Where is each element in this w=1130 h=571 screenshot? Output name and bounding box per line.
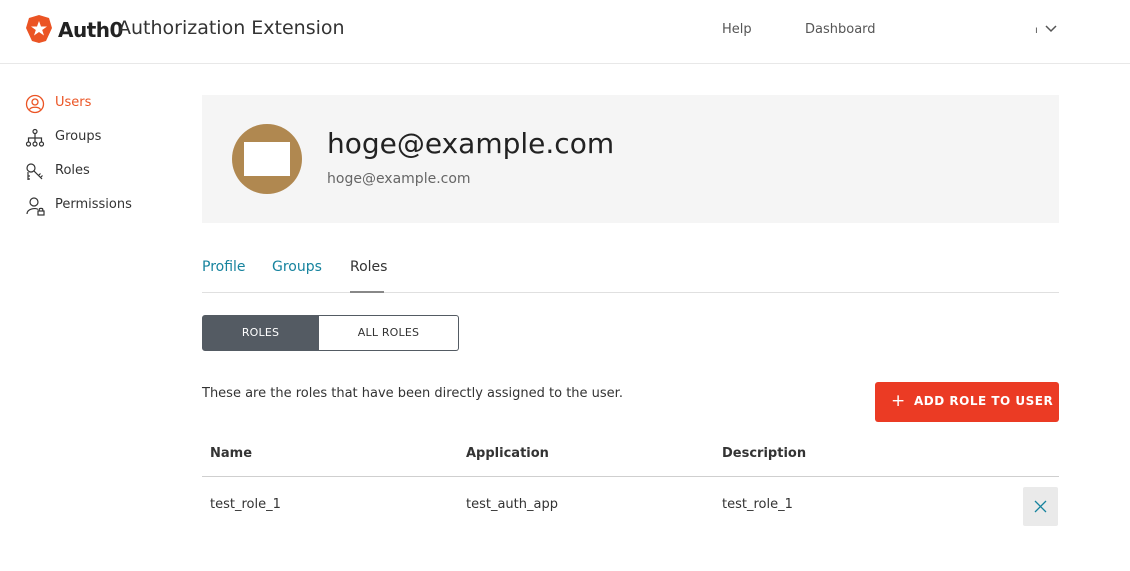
column-header-description: Description	[722, 446, 807, 461]
roles-description: These are the roles that have been direc…	[202, 386, 623, 401]
sidebar-item-label: Groups	[55, 129, 102, 144]
close-icon	[1034, 500, 1047, 513]
user-circle-icon	[25, 94, 45, 114]
roles-table-header: Name Application Description	[202, 436, 1059, 477]
keys-icon	[26, 163, 43, 180]
chevron-down-icon	[1045, 25, 1057, 33]
user-email: hoge@example.com	[327, 171, 471, 187]
sidebar-item-groups[interactable]: Groups	[25, 127, 165, 149]
avatar	[232, 124, 302, 194]
column-header-name: Name	[210, 446, 253, 461]
role-name-cell: test_role_1	[210, 497, 281, 512]
plus-icon: +	[891, 391, 906, 411]
roles-toggle-button[interactable]: ROLES	[202, 315, 319, 351]
sidebar-item-label: Permissions	[55, 197, 132, 212]
sidebar-item-label: Users	[55, 95, 92, 110]
dashboard-link[interactable]: Dashboard	[805, 22, 876, 37]
add-role-label: ADD ROLE TO USER	[914, 394, 1054, 408]
sidebar-item-label: Roles	[55, 163, 90, 178]
user-menu[interactable]: ı	[1032, 20, 1062, 40]
sidebar-item-users[interactable]: Users	[25, 93, 165, 115]
tab-groups[interactable]: Groups	[272, 259, 322, 275]
add-role-to-user-button[interactable]: + ADD ROLE TO USER	[875, 382, 1059, 422]
sidebar-item-roles[interactable]: Roles	[25, 161, 165, 183]
user-lock-icon	[26, 197, 45, 216]
column-header-application: Application	[466, 446, 549, 461]
user-profile-card: hoge@example.com hoge@example.com	[202, 95, 1059, 223]
top-header: Auth0 Authorization Extension Help Dashb…	[0, 0, 1130, 64]
help-link[interactable]: Help	[722, 22, 752, 37]
role-description-cell: test_role_1	[722, 497, 793, 512]
sidebar-item-permissions[interactable]: Permissions	[25, 195, 165, 217]
brand-name: Auth0	[58, 18, 123, 42]
user-menu-label: ı	[1035, 25, 1038, 36]
auth0-logo-icon	[26, 15, 52, 43]
tab-profile[interactable]: Profile	[202, 259, 246, 275]
remove-role-button[interactable]	[1023, 487, 1058, 526]
app-title: Authorization Extension	[118, 17, 345, 39]
table-row: test_role_1 test_auth_app test_role_1	[202, 477, 1059, 535]
active-tab-indicator	[350, 291, 384, 293]
user-tabs: Profile Groups Roles	[202, 252, 1059, 293]
tab-roles[interactable]: Roles	[350, 259, 387, 275]
all-roles-toggle-button[interactable]: ALL ROLES	[319, 315, 459, 351]
avatar-placeholder	[244, 142, 290, 176]
role-application-cell: test_auth_app	[466, 497, 558, 512]
user-name: hoge@example.com	[327, 127, 615, 160]
hierarchy-icon	[25, 128, 45, 147]
